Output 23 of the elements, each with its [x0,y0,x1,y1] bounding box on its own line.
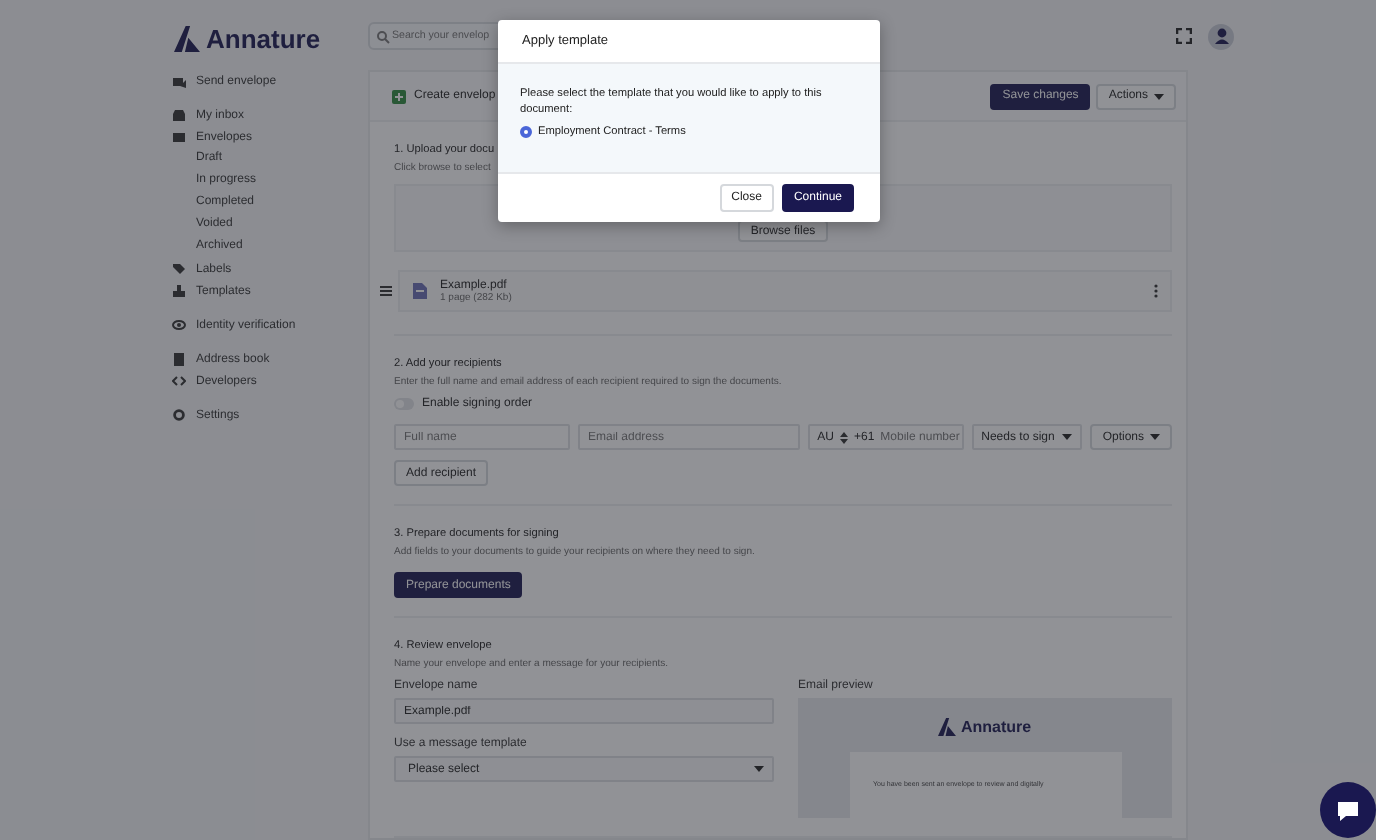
logo-text: Annature [206,24,321,54]
logo-icon [174,26,200,52]
plus-square-icon [392,89,406,103]
caret-icon [1062,434,1073,440]
chat-icon [1336,799,1360,821]
avatar-icon[interactable] [1208,23,1234,49]
tag-icon [172,262,186,276]
document-icon [412,282,428,300]
chat-button[interactable] [1320,782,1376,838]
caret-icon [754,766,764,772]
updown-icon [839,431,848,443]
radio-button[interactable] [520,126,532,138]
inbox-icon [172,108,186,122]
code-icon [172,374,186,388]
caret-icon [1154,93,1164,99]
logo-text: Annature [960,718,1032,736]
eye-icon [172,318,186,332]
search-icon [376,30,390,44]
fullscreen-icon[interactable] [1176,28,1192,44]
caret-icon [1150,434,1160,440]
stamp-icon [172,284,186,298]
drag-handle-icon [380,286,392,296]
logo-icon [938,718,957,736]
